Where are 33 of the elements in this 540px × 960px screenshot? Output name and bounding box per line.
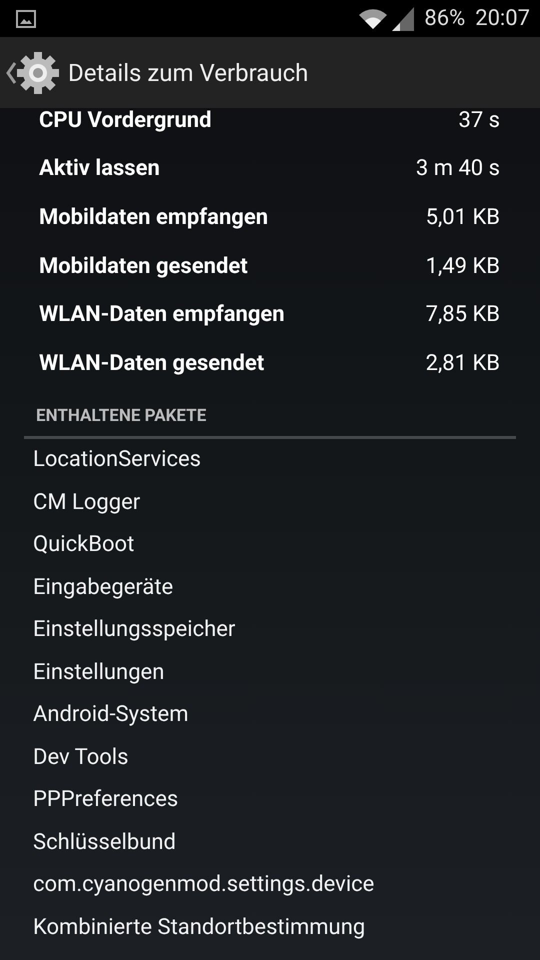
gear-icon	[16, 50, 60, 94]
package-item: Eingabegeräte	[32, 574, 174, 602]
stat-label: Aktiv lassen	[39, 156, 160, 182]
package-item: Kombinierte Standortbestimmung	[32, 914, 366, 942]
wifi-icon	[358, 8, 388, 30]
package-item: Einstellungen	[32, 658, 166, 687]
battery-level: 86%	[424, 6, 466, 31]
stat-value: 3 m 40 s	[416, 156, 500, 182]
signal-icon	[392, 6, 414, 30]
clock: 20:07	[475, 6, 530, 31]
stat-label: Mobildaten gesendet	[39, 254, 248, 279]
stat-label: WLAN-Daten gesendet	[39, 350, 264, 376]
package-item: Einstellungsspeicher	[32, 616, 236, 644]
package-item: Dev Tools	[32, 744, 130, 772]
stat-value: 5,01 KB	[426, 204, 500, 230]
picture-icon	[16, 10, 36, 28]
caret-icon	[6, 62, 16, 84]
package-item: PPPreferences	[32, 786, 180, 814]
stat-value: 7,85 KB	[426, 302, 500, 328]
stat-label: CPU Vordergrund	[39, 108, 212, 133]
stat-label: Mobildaten empfangen	[39, 204, 268, 230]
package-item: Schlüsselbund	[32, 828, 177, 857]
package-item: LocationServices	[32, 446, 202, 474]
package-item: com.cyanogenmod.settings.device	[32, 871, 376, 900]
package-item: QuickBoot	[32, 531, 136, 560]
package-item: CM Logger	[32, 488, 142, 517]
stat-value: 37 s	[458, 108, 500, 133]
section-heading: ENTHALTENE PAKETE	[36, 406, 206, 426]
package-item: Android-System	[32, 701, 190, 730]
stat-value: 1,49 KB	[426, 254, 500, 279]
stat-label: WLAN-Daten empfangen	[39, 302, 285, 328]
screen-title: Details zum Verbrauch	[68, 58, 308, 86]
stat-value: 2,81 KB	[426, 350, 500, 376]
